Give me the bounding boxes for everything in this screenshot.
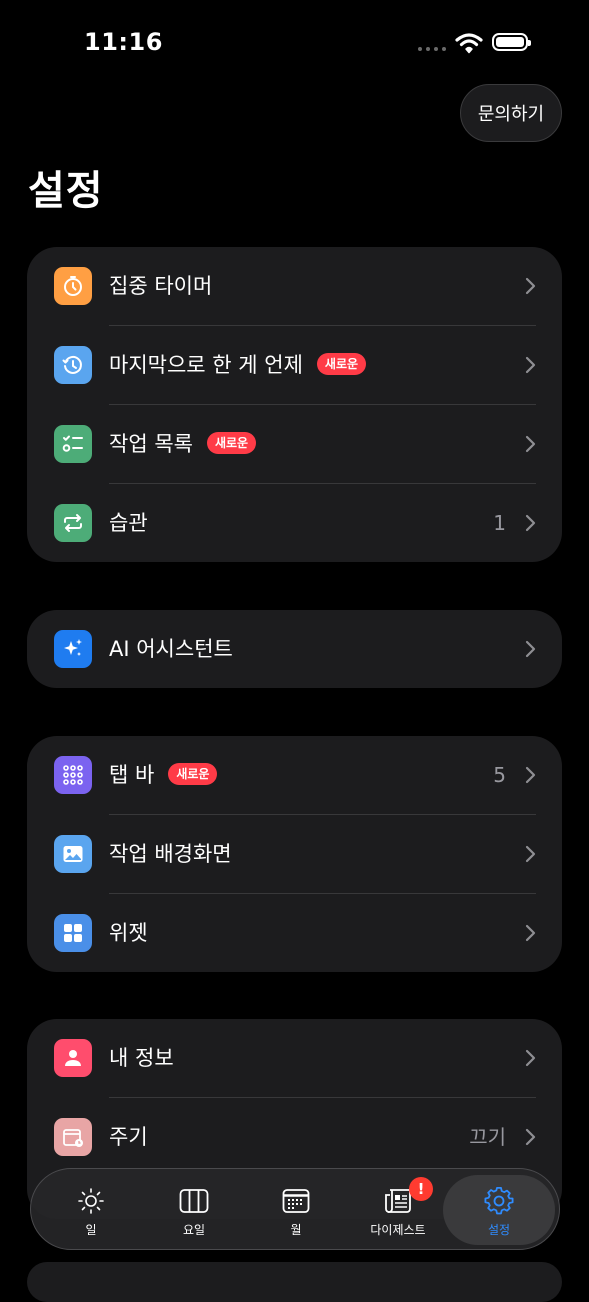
- settings-group-ai: AI 어시스턴트: [27, 610, 562, 688]
- new-badge: 새로운: [206, 432, 257, 454]
- settings-row-my-info[interactable]: 내 정보: [27, 1019, 562, 1098]
- settings-row-ai-assistant[interactable]: AI 어시스턴트: [27, 610, 562, 688]
- chevron-right-icon: [525, 1049, 536, 1067]
- settings-row-label: AI 어시스턴트: [109, 637, 233, 661]
- settings-row-label: 작업 배경화면: [109, 842, 232, 866]
- widgets-icon: [54, 914, 92, 952]
- settings-row-widgets[interactable]: 위젯: [27, 894, 562, 972]
- chevron-right-icon: [525, 1128, 536, 1146]
- settings-row-label: 습관: [109, 511, 148, 535]
- settings-row-label: 작업 목록 새로운: [109, 405, 257, 484]
- status-bar: 11:16: [0, 0, 589, 88]
- sparkles-icon: [54, 630, 92, 668]
- settings-row-task-list[interactable]: 작업 목록 새로운: [27, 405, 562, 484]
- tab-label: 일: [85, 1223, 97, 1237]
- columns-icon: [179, 1189, 209, 1213]
- cellular-signal-icon: [418, 44, 448, 52]
- tab-label: 월: [290, 1223, 302, 1237]
- settings-row-label: 마지막으로 한 게 언제 새로운: [109, 326, 367, 405]
- settings-group-appearance: 탭 바 새로운 5 작업 배경화면 위젯: [27, 736, 562, 972]
- grid-dots-icon: [54, 756, 92, 794]
- tab-month[interactable]: 월: [244, 1169, 348, 1249]
- settings-row-cycle[interactable]: 주기 끄기: [27, 1098, 562, 1177]
- settings-row-label: 집중 타이머: [109, 274, 213, 298]
- digest-alert-badge: !: [409, 1177, 433, 1201]
- settings-row-task-wallpaper[interactable]: 작업 배경화면: [27, 815, 562, 894]
- repeat-icon: [54, 504, 92, 542]
- person-icon: [54, 1039, 92, 1077]
- settings-row-value: 5: [493, 763, 506, 787]
- new-badge: 새로운: [316, 353, 367, 375]
- wifi-icon: [455, 33, 483, 54]
- chevron-right-icon: [525, 640, 536, 658]
- settings-row-tab-bar[interactable]: 탭 바 새로운 5: [27, 736, 562, 815]
- chevron-right-icon: [525, 277, 536, 295]
- settings-row-value: 1: [493, 511, 506, 535]
- gear-icon: [484, 1187, 514, 1215]
- chevron-right-icon: [525, 924, 536, 942]
- tab-label: 다이제스트: [370, 1223, 426, 1237]
- settings-row-focus-timer[interactable]: 집중 타이머: [27, 247, 562, 326]
- sun-icon: [78, 1188, 104, 1214]
- tab-settings[interactable]: 설정: [443, 1175, 555, 1245]
- settings-row-label: 위젯: [109, 921, 148, 945]
- photo-icon: [54, 835, 92, 873]
- tab-day[interactable]: 일: [39, 1169, 143, 1249]
- new-badge: 새로운: [168, 763, 218, 785]
- tab-bar: 일 요일 월 다이제스트 ! 설정: [30, 1168, 560, 1250]
- chevron-right-icon: [525, 356, 536, 374]
- chevron-right-icon: [525, 514, 536, 532]
- tab-label: 설정: [487, 1223, 511, 1237]
- settings-group-tools: 집중 타이머 마지막으로 한 게 언제 새로운 작업 목록 새로운 습관 1: [27, 247, 562, 562]
- calendar-icon: [282, 1189, 310, 1213]
- history-icon: [54, 346, 92, 384]
- status-time: 11:16: [84, 28, 163, 56]
- contact-us-button[interactable]: 문의하기: [460, 84, 562, 142]
- settings-row-habits[interactable]: 습관 1: [27, 484, 562, 562]
- settings-row-label: 탭 바 새로운: [109, 736, 218, 815]
- tab-label: 요일: [182, 1223, 206, 1237]
- timer-icon: [54, 267, 92, 305]
- battery-icon: [492, 33, 531, 51]
- settings-row-last-time[interactable]: 마지막으로 한 게 언제 새로운: [27, 326, 562, 405]
- settings-row-value: 끄기: [469, 1125, 506, 1149]
- chevron-right-icon: [525, 435, 536, 453]
- checklist-icon: [54, 425, 92, 463]
- tab-digest[interactable]: 다이제스트: [346, 1169, 450, 1249]
- calendar-badge-icon: [54, 1118, 92, 1156]
- tab-weekday[interactable]: 요일: [142, 1169, 246, 1249]
- settings-row-label: 주기: [109, 1125, 148, 1149]
- page-title: 설정: [28, 168, 104, 214]
- settings-group-peek: [27, 1262, 562, 1302]
- chevron-right-icon: [525, 766, 536, 784]
- chevron-right-icon: [525, 845, 536, 863]
- settings-row-label: 내 정보: [109, 1046, 174, 1070]
